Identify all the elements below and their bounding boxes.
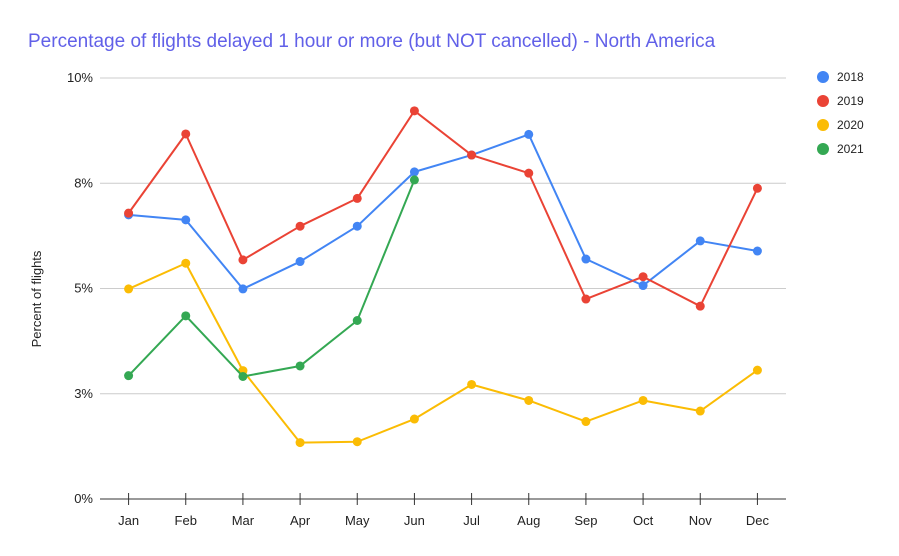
data-point[interactable] (352, 315, 362, 325)
data-point[interactable] (524, 395, 534, 405)
data-point[interactable] (181, 215, 191, 225)
data-point[interactable] (467, 150, 477, 160)
y-tick-label: 0% (74, 491, 93, 506)
x-tick-label: Jun (404, 513, 425, 528)
x-tick-label: Aug (517, 513, 540, 528)
data-point[interactable] (524, 129, 534, 139)
data-point[interactable] (181, 311, 191, 321)
data-point[interactable] (295, 257, 305, 267)
legend-item[interactable]: 2019 (817, 94, 864, 108)
legend-marker-icon (817, 71, 829, 83)
data-point[interactable] (638, 395, 648, 405)
data-point[interactable] (238, 284, 248, 294)
data-point[interactable] (295, 438, 305, 448)
chart-background (0, 0, 899, 556)
x-tick-label: Jul (463, 513, 480, 528)
data-point[interactable] (181, 258, 191, 268)
x-tick-label: Dec (746, 513, 770, 528)
legend-label: 2021 (837, 142, 864, 156)
legend-marker-icon (817, 95, 829, 107)
data-point[interactable] (409, 175, 419, 185)
data-point[interactable] (638, 272, 648, 282)
x-tick-label: Mar (232, 513, 255, 528)
data-point[interactable] (695, 301, 705, 311)
data-point[interactable] (752, 365, 762, 375)
data-point[interactable] (581, 294, 591, 304)
y-tick-label: 5% (74, 281, 93, 296)
legend-item[interactable]: 2018 (817, 70, 864, 84)
data-point[interactable] (409, 414, 419, 424)
legend-item[interactable]: 2020 (817, 118, 864, 132)
legend-item[interactable]: 2021 (817, 142, 864, 156)
x-tick-label: Oct (633, 513, 654, 528)
data-point[interactable] (352, 437, 362, 447)
data-point[interactable] (124, 284, 134, 294)
data-point[interactable] (295, 221, 305, 231)
data-point[interactable] (638, 281, 648, 291)
legend-label: 2020 (837, 118, 864, 132)
data-point[interactable] (352, 221, 362, 231)
x-tick-label: May (345, 513, 370, 528)
data-point[interactable] (124, 208, 134, 218)
data-point[interactable] (581, 417, 591, 427)
data-point[interactable] (695, 236, 705, 246)
legend-marker-icon (817, 143, 829, 155)
legend-marker-icon (817, 119, 829, 131)
legend-label: 2018 (837, 70, 864, 84)
chart-title: Percentage of flights delayed 1 hour or … (28, 31, 716, 52)
data-point[interactable] (752, 246, 762, 256)
data-point[interactable] (409, 167, 419, 177)
data-point[interactable] (695, 406, 705, 416)
data-point[interactable] (181, 129, 191, 139)
x-tick-label: Apr (290, 513, 311, 528)
data-point[interactable] (752, 183, 762, 193)
y-tick-label: 8% (74, 175, 93, 190)
y-axis-title: Percent of flights (29, 250, 44, 347)
x-tick-label: Nov (689, 513, 713, 528)
x-tick-label: Feb (175, 513, 197, 528)
data-point[interactable] (238, 371, 248, 381)
data-point[interactable] (524, 168, 534, 178)
data-point[interactable] (295, 361, 305, 371)
data-point[interactable] (352, 193, 362, 203)
line-chart: Percentage of flights delayed 1 hour or … (0, 0, 899, 556)
data-point[interactable] (467, 379, 477, 389)
x-tick-label: Jan (118, 513, 139, 528)
y-tick-label: 3% (74, 386, 93, 401)
x-tick-label: Sep (574, 513, 597, 528)
data-point[interactable] (409, 106, 419, 116)
y-tick-label: 10% (67, 70, 93, 85)
data-point[interactable] (238, 255, 248, 265)
data-point[interactable] (124, 371, 134, 381)
data-point[interactable] (581, 254, 591, 264)
legend-label: 2019 (837, 94, 864, 108)
